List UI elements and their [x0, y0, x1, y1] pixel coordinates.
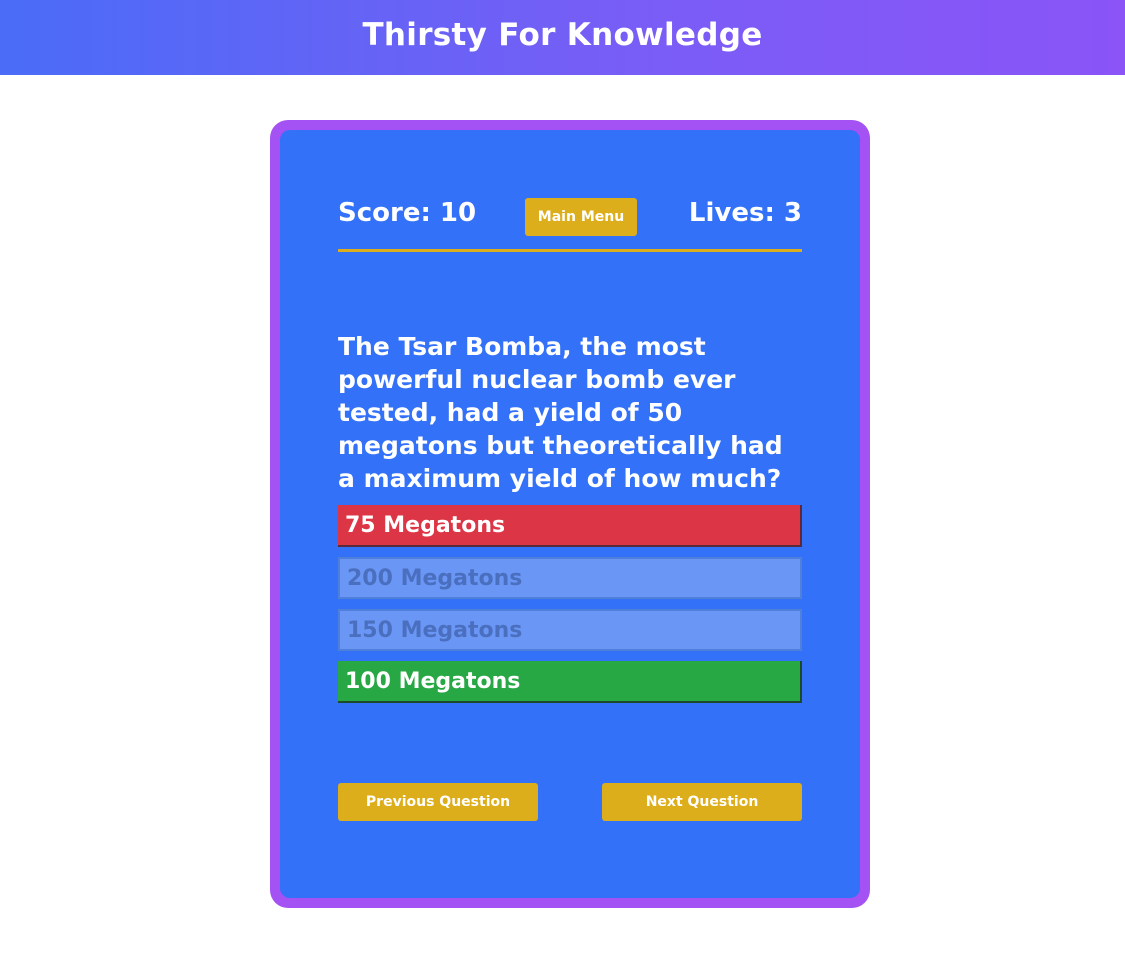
- answer-list: 75 Megatons 200 Megatons 150 Megatons 10…: [338, 505, 802, 713]
- main-menu-button[interactable]: Main Menu: [525, 198, 637, 236]
- next-question-button[interactable]: Next Question: [602, 783, 802, 821]
- score-display: Score: 10: [338, 198, 477, 228]
- status-divider: [338, 249, 802, 252]
- answer-option-disabled[interactable]: 150 Megatons: [338, 609, 802, 651]
- answer-option-disabled[interactable]: 200 Megatons: [338, 557, 802, 599]
- question-text: The Tsar Bomba, the most powerful nuclea…: [338, 332, 783, 493]
- status-bar: Score: 10 Main Menu Lives: 3: [338, 188, 802, 244]
- quiz-card-body: Score: 10 Main Menu Lives: 3 The Tsar Bo…: [280, 130, 860, 898]
- quiz-card: Score: 10 Main Menu Lives: 3 The Tsar Bo…: [270, 120, 870, 908]
- app-header: Thirsty For Knowledge: [0, 0, 1125, 75]
- answer-option-correct[interactable]: 100 Megatons: [338, 661, 802, 703]
- app-title: Thirsty For Knowledge: [362, 16, 763, 53]
- previous-question-button[interactable]: Previous Question: [338, 783, 538, 821]
- answer-option-wrong[interactable]: 75 Megatons: [338, 505, 802, 547]
- lives-display: Lives: 3: [688, 198, 802, 228]
